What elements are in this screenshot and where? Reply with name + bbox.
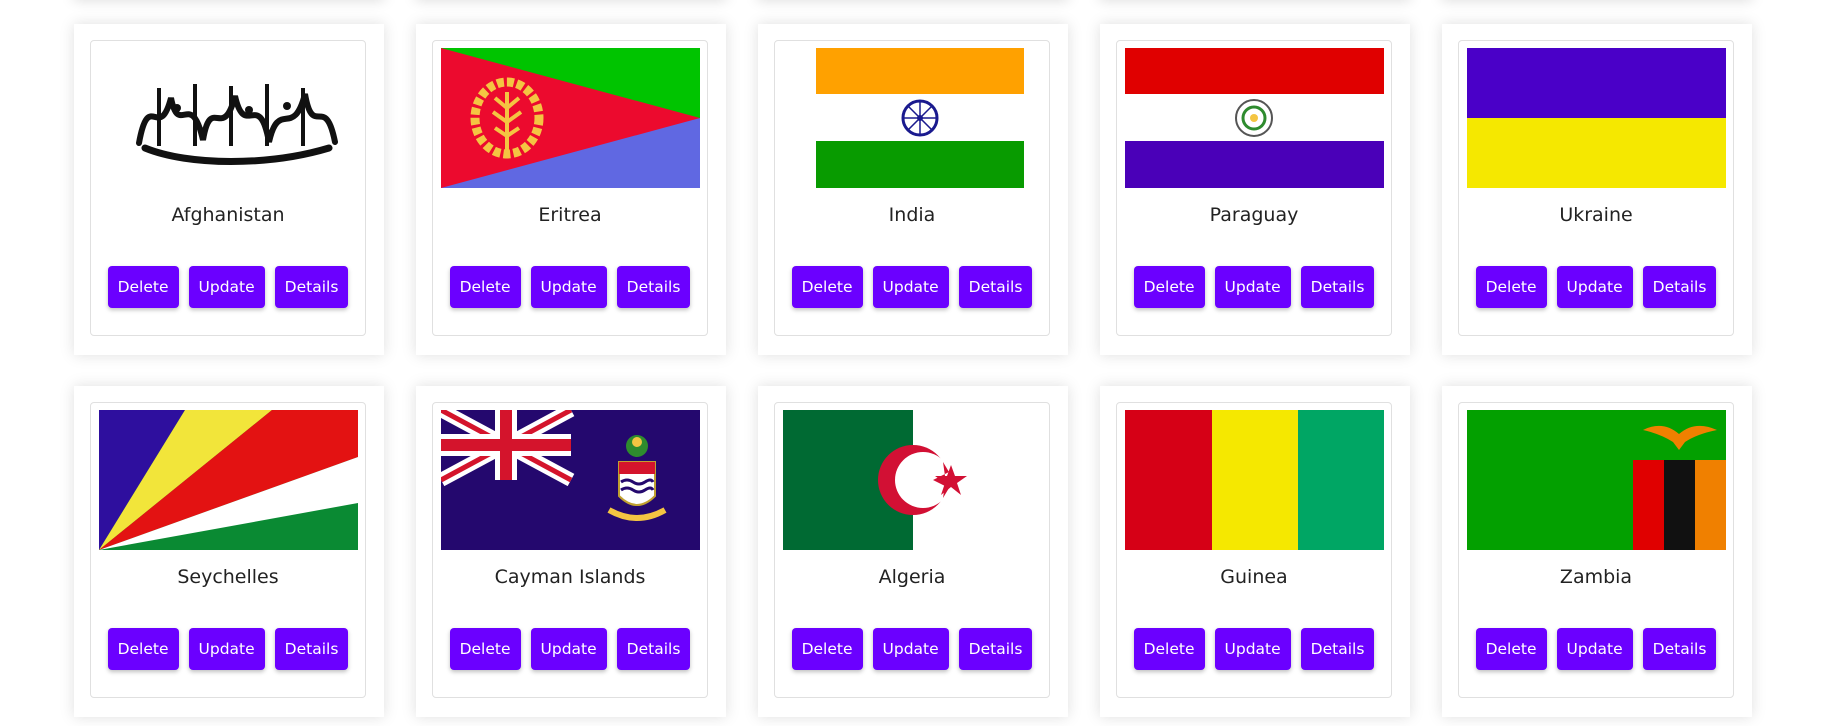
update-button[interactable]: Update	[530, 628, 607, 670]
delete-button[interactable]: Delete	[1475, 628, 1547, 670]
country-card-india: India Delete Update Details	[758, 24, 1068, 355]
card-actions: Delete Update Details	[1117, 266, 1391, 308]
country-card-eritrea: Eritrea Delete Update Details	[416, 24, 726, 355]
country-name: India	[888, 204, 936, 226]
details-button[interactable]: Details	[958, 266, 1033, 308]
india-flag-icon	[783, 48, 1042, 188]
details-button[interactable]: Details	[1300, 266, 1375, 308]
country-name: Eritrea	[538, 204, 602, 226]
country-card-afghanistan: Afghanistan Delete Update Details	[74, 24, 384, 355]
details-button[interactable]: Details	[958, 628, 1033, 670]
card-actions: Delete Update Details	[775, 628, 1049, 670]
card-actions: Delete Update Details	[91, 628, 365, 670]
delete-button[interactable]: Delete	[1133, 628, 1205, 670]
card-actions: Delete Update Details	[1117, 628, 1391, 670]
country-name: Guinea	[1220, 566, 1288, 588]
cayman-islands-flag-icon	[441, 410, 700, 550]
details-button[interactable]: Details	[274, 266, 349, 308]
delete-button[interactable]: Delete	[107, 628, 179, 670]
country-card-ukraine: Ukraine Delete Update Details	[1442, 24, 1752, 355]
country-name: Seychelles	[177, 566, 279, 588]
update-button[interactable]: Update	[1556, 266, 1633, 308]
country-name: Paraguay	[1209, 204, 1299, 226]
country-name: Afghanistan	[171, 204, 285, 226]
delete-button[interactable]: Delete	[791, 266, 863, 308]
country-card-guinea: Guinea Delete Update Details	[1100, 386, 1410, 717]
card-body: Afghanistan Delete Update Details	[90, 40, 366, 336]
country-card-paraguay: Paraguay Delete Update Details	[1100, 24, 1410, 355]
eritrea-flag-icon	[441, 48, 700, 188]
update-button[interactable]: Update	[1214, 266, 1291, 308]
update-button[interactable]: Update	[1556, 628, 1633, 670]
card-body: Cayman Islands Delete Update Details	[432, 402, 708, 698]
seychelles-flag-icon	[99, 410, 358, 550]
afghanistan-flag-icon	[99, 48, 358, 188]
details-button[interactable]: Details	[274, 628, 349, 670]
card-actions: Delete Update Details	[433, 628, 707, 670]
update-button[interactable]: Update	[872, 628, 949, 670]
card-body: Guinea Delete Update Details	[1116, 402, 1392, 698]
update-button[interactable]: Update	[188, 266, 265, 308]
zambia-flag-icon	[1467, 410, 1726, 550]
card-body: Algeria Delete Update Details	[774, 402, 1050, 698]
details-button[interactable]: Details	[1642, 628, 1717, 670]
country-name: Zambia	[1559, 566, 1633, 588]
details-button[interactable]: Details	[616, 628, 691, 670]
delete-button[interactable]: Delete	[791, 628, 863, 670]
country-card-cayman-islands: Cayman Islands Delete Update Details	[416, 386, 726, 717]
delete-button[interactable]: Delete	[1475, 266, 1547, 308]
delete-button[interactable]: Delete	[1133, 266, 1205, 308]
paraguay-flag-icon	[1125, 48, 1384, 188]
card-body: Zambia Delete Update Details	[1458, 402, 1734, 698]
country-card-seychelles: Seychelles Delete Update Details	[74, 386, 384, 717]
ukraine-flag-icon	[1467, 48, 1726, 188]
country-name: Cayman Islands	[494, 566, 646, 588]
details-button[interactable]: Details	[616, 266, 691, 308]
card-body: Seychelles Delete Update Details	[90, 402, 366, 698]
country-name: Ukraine	[1559, 204, 1633, 226]
card-body: Ukraine Delete Update Details	[1458, 40, 1734, 336]
card-body: India Delete Update Details	[774, 40, 1050, 336]
country-card-grid: Afghanistan Delete Update Details Eritre…	[74, 24, 1752, 717]
delete-button[interactable]: Delete	[107, 266, 179, 308]
details-button[interactable]: Details	[1642, 266, 1717, 308]
guinea-flag-icon	[1125, 410, 1384, 550]
update-button[interactable]: Update	[1214, 628, 1291, 670]
update-button[interactable]: Update	[188, 628, 265, 670]
country-card-algeria: Algeria Delete Update Details	[758, 386, 1068, 717]
update-button[interactable]: Update	[530, 266, 607, 308]
update-button[interactable]: Update	[872, 266, 949, 308]
country-name: Algeria	[878, 566, 946, 588]
delete-button[interactable]: Delete	[449, 628, 521, 670]
delete-button[interactable]: Delete	[449, 266, 521, 308]
card-actions: Delete Update Details	[433, 266, 707, 308]
country-card-zambia: Zambia Delete Update Details	[1442, 386, 1752, 717]
card-actions: Delete Update Details	[775, 266, 1049, 308]
card-actions: Delete Update Details	[91, 266, 365, 308]
card-actions: Delete Update Details	[1459, 628, 1733, 670]
details-button[interactable]: Details	[1300, 628, 1375, 670]
algeria-flag-icon	[783, 410, 1042, 550]
card-body: Eritrea Delete Update Details	[432, 40, 708, 336]
card-body: Paraguay Delete Update Details	[1116, 40, 1392, 336]
card-actions: Delete Update Details	[1459, 266, 1733, 308]
